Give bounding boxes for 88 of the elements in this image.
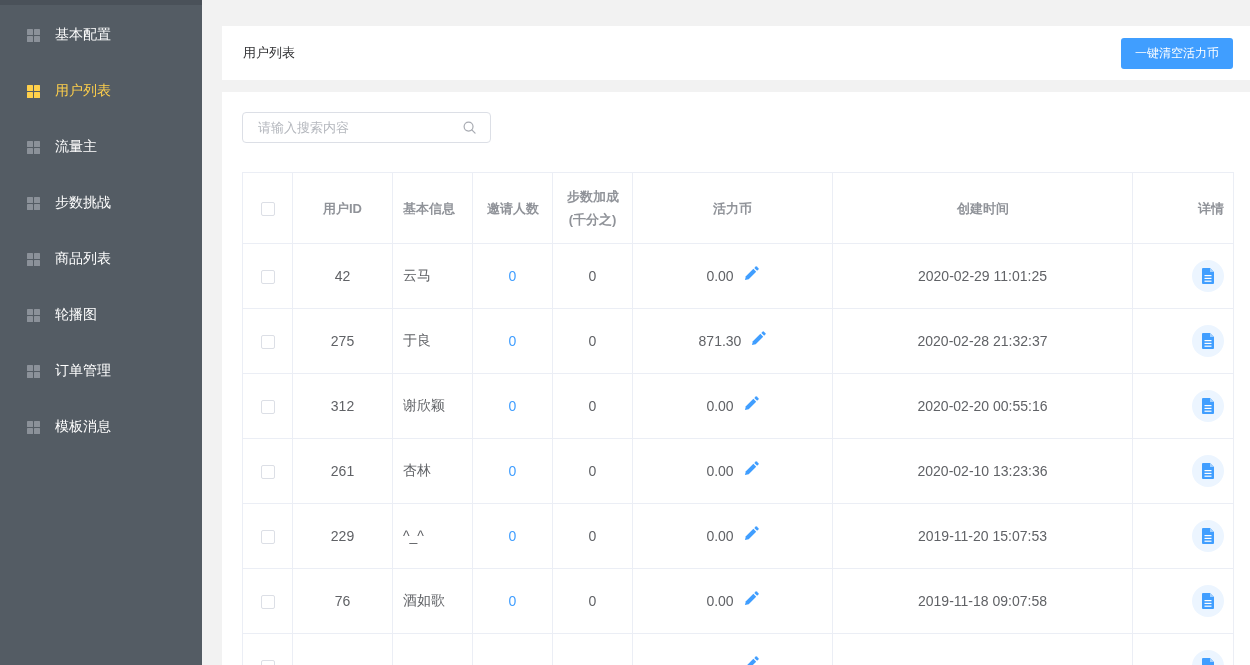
grid-icon: [27, 308, 40, 322]
table-cell: 0: [552, 568, 633, 634]
column-header: 邀请人数: [472, 172, 553, 244]
coin-amount: 871.30: [698, 333, 742, 350]
table-cell: 261: [292, 438, 393, 504]
detail-button[interactable]: [1192, 455, 1224, 487]
table-cell: 2019-11-20 15:07:53: [832, 503, 1133, 569]
checkbox[interactable]: [260, 202, 275, 217]
table-cell: 2020-02-29 11:01:25: [832, 243, 1133, 309]
page-title: 用户列表: [243, 44, 295, 62]
pencil-icon[interactable]: [743, 526, 759, 542]
checkbox[interactable]: [260, 530, 275, 545]
search-icon[interactable]: [463, 121, 476, 134]
pencil-icon[interactable]: [751, 331, 767, 347]
table-cell: 42: [292, 243, 393, 309]
menu-item[interactable]: 模板消息: [0, 399, 202, 455]
document-icon: [1202, 398, 1214, 414]
column-header: 活力币: [632, 172, 833, 244]
invite-count-link[interactable]: 0: [508, 528, 517, 544]
grid-icon: [27, 364, 40, 378]
clear-coins-button[interactable]: 一键清空活力币: [1121, 37, 1233, 69]
pencil-icon[interactable]: [743, 461, 759, 477]
column-header: 步数加成(千分之): [552, 172, 633, 244]
search-field[interactable]: 请输入搜索内容: [242, 112, 491, 143]
invite-count-link[interactable]: 0: [508, 463, 517, 479]
invite-count-link[interactable]: 0: [508, 333, 517, 349]
table-cell: 2020-02-28 21:32:37: [832, 308, 1133, 374]
menu-item[interactable]: 流量主: [0, 119, 202, 175]
grid-icon: [27, 420, 40, 434]
table-cell: 2019-11-18 09:07:58: [832, 568, 1133, 634]
table-cell: 229: [292, 503, 393, 569]
table-cell: 2020-02-20 00:55:16: [832, 373, 1133, 439]
document-icon: [1202, 463, 1214, 479]
menu-item[interactable]: 基本配置: [0, 7, 202, 63]
document-icon: [1202, 593, 1214, 609]
column-header: 创建时间: [832, 172, 1133, 244]
table-cell: 谢欣颖: [392, 373, 473, 439]
table-cell: 0: [552, 503, 633, 569]
grid-icon: [27, 196, 40, 210]
table-cell: 于良: [392, 308, 473, 374]
coin-amount: 0.00: [706, 398, 734, 415]
coin-amount: 0.00: [706, 593, 734, 610]
coin-amount: 0.00: [706, 528, 734, 545]
menu-item[interactable]: 步数挑战: [0, 175, 202, 231]
document-icon: [1202, 528, 1214, 544]
coin-amount: 0.00: [706, 268, 734, 285]
checkbox[interactable]: [260, 595, 275, 610]
table-cell: 0: [552, 243, 633, 309]
table-cell: 酒如歌: [392, 568, 473, 634]
table-cell: ^_^: [392, 503, 473, 569]
table-cell: 312: [292, 373, 393, 439]
menu-item[interactable]: 商品列表: [0, 231, 202, 287]
checkbox[interactable]: [260, 270, 275, 285]
table-cell: 杏林: [392, 438, 473, 504]
table-cell: 275: [292, 308, 393, 374]
column-header: 用户ID: [292, 172, 393, 244]
table-cell: 76: [292, 568, 393, 634]
detail-button[interactable]: [1192, 520, 1224, 552]
table-cell: 0: [552, 308, 633, 374]
checkbox[interactable]: [260, 400, 275, 415]
column-header: 基本信息: [392, 172, 473, 244]
grid-icon: [27, 140, 40, 154]
grid-icon: [27, 84, 40, 98]
menu-item[interactable]: 轮播图: [0, 287, 202, 343]
column-header: 详情: [1132, 172, 1234, 244]
invite-count-link[interactable]: 0: [508, 593, 517, 609]
detail-button[interactable]: [1192, 585, 1224, 617]
detail-button[interactable]: [1192, 260, 1224, 292]
table-cell: 云马: [392, 243, 473, 309]
grid-icon: [27, 28, 40, 42]
checkbox[interactable]: [260, 465, 275, 480]
detail-button[interactable]: [1192, 325, 1224, 357]
menu-item[interactable]: 用户列表: [0, 63, 202, 119]
table-cell: 0: [552, 373, 633, 439]
coin-amount: 0.00: [706, 463, 734, 480]
pencil-icon[interactable]: [743, 396, 759, 412]
document-icon: [1202, 268, 1214, 284]
invite-count-link[interactable]: 0: [508, 268, 517, 284]
table-cell: 2020-02-10 13:23:36: [832, 438, 1133, 504]
checkbox[interactable]: [260, 335, 275, 350]
invite-count-link[interactable]: 0: [508, 398, 517, 414]
detail-button[interactable]: [1192, 390, 1224, 422]
document-icon: [1202, 333, 1214, 349]
grid-icon: [27, 252, 40, 266]
menu-item[interactable]: 订单管理: [0, 343, 202, 399]
pencil-icon[interactable]: [743, 266, 759, 282]
table-cell: 0: [552, 438, 633, 504]
pencil-icon[interactable]: [743, 591, 759, 607]
